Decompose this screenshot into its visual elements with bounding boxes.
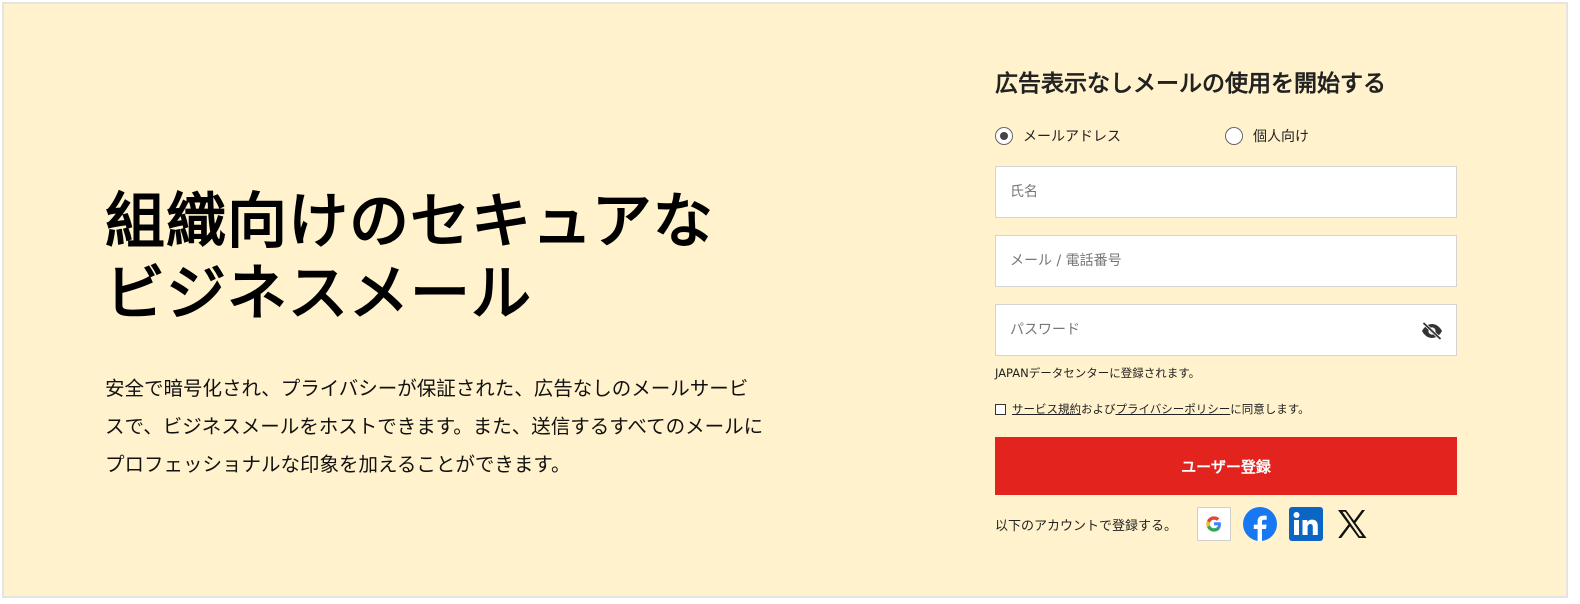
radio-label: 個人向け [1253, 129, 1309, 145]
signup-button[interactable]: ユーザー登録 [995, 437, 1457, 495]
email-field-wrapper [995, 235, 1457, 287]
radio-unselected-icon [1225, 127, 1243, 145]
facebook-icon[interactable] [1243, 507, 1278, 541]
consent-and-text: および [1081, 402, 1116, 416]
hero-title-line: 組織向けのセキュアな [105, 187, 714, 257]
consent-checkbox[interactable] [995, 403, 1006, 415]
datacenter-note: JAPANデータセンターに登録されます。 [995, 366, 1201, 380]
form-title: 広告表示なしメールの使用を開始する [995, 71, 1386, 97]
linkedin-icon[interactable] [1289, 507, 1324, 541]
hero-description-line: 安全で暗号化され、プライバシーが保証された、広告なしのメールサービ [105, 377, 749, 400]
radio-personal[interactable]: 個人向け [1225, 126, 1309, 146]
hero-description-line: スで、ビジネスメールをホストできます。また、送信するすべてのメールに [105, 415, 764, 438]
account-type-radio-group: メールアドレス 個人向け [995, 126, 1457, 150]
name-field-wrapper [995, 166, 1457, 218]
privacy-policy-link[interactable]: プライバシーポリシー [1116, 401, 1231, 417]
name-input[interactable] [996, 167, 1456, 217]
google-icon[interactable] [1197, 507, 1232, 541]
radio-label: メールアドレス [1023, 129, 1121, 145]
password-input[interactable] [996, 305, 1456, 355]
hero-description-line: プロフェッショナルな印象を加えることができます。 [105, 453, 571, 476]
terms-of-service-link[interactable]: サービス規約 [1012, 401, 1081, 417]
email-phone-input[interactable] [996, 236, 1456, 286]
social-signup-label: 以下のアカウントで登録する。 [995, 518, 1178, 534]
radio-selected-icon [995, 127, 1013, 145]
page-frame: 組織向けのセキュアな ビジネスメール 安全で暗号化され、プライバシーが保証された… [2, 2, 1568, 598]
consent-row: サービス規約 および プライバシーポリシー に同意します。 [995, 401, 1457, 417]
consent-suffix-text: に同意します。 [1230, 402, 1310, 416]
password-field-wrapper [995, 304, 1457, 356]
radio-email-address[interactable]: メールアドレス [995, 126, 1121, 146]
signup-form: 広告表示なしメールの使用を開始する メールアドレス 個人向け 氏名 メール / … [995, 66, 1457, 542]
social-signup-row: 以下のアカウントで登録する。 [995, 506, 1457, 542]
hero-description: 安全で暗号化され、プライバシーが保証された、広告なしのメールサービ スで、ビジネ… [105, 370, 850, 484]
hide-password-icon[interactable] [1420, 319, 1444, 343]
x-icon[interactable] [1335, 507, 1369, 541]
hero-title-line: ビジネスメール [105, 259, 532, 329]
hero-section: 組織向けのセキュアな ビジネスメール 安全で暗号化され、プライバシーが保証された… [105, 186, 865, 484]
hero-title: 組織向けのセキュアな ビジネスメール [105, 186, 865, 330]
